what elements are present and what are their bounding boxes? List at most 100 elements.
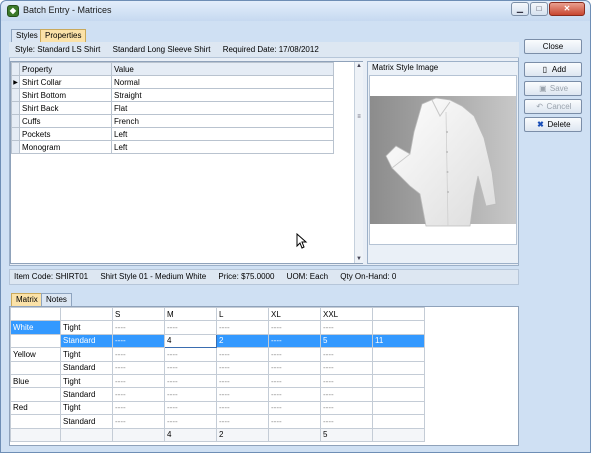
tab-properties[interactable]: Properties <box>40 29 87 42</box>
qty-cell[interactable]: ---- <box>216 320 269 335</box>
size-header-m[interactable]: M <box>164 306 217 322</box>
qty-cell[interactable]: ---- <box>112 414 165 429</box>
column-header-property[interactable]: Property <box>19 62 112 76</box>
matrix-row-selected[interactable]: Standard ---- 4 2 ---- 5 11 <box>10 333 425 349</box>
matrix-row[interactable]: Standard ---- ---- ---- ---- ---- <box>10 387 425 402</box>
qty-cell[interactable]: ---- <box>268 347 321 362</box>
value-cell[interactable]: Left <box>111 140 334 154</box>
qty-cell[interactable]: ---- <box>268 320 321 335</box>
qty-cell[interactable]: ---- <box>216 414 269 429</box>
qty-cell[interactable]: ---- <box>112 360 165 375</box>
size-header-xxl[interactable]: XXL <box>320 306 373 322</box>
qty-cell[interactable]: 5 <box>320 333 373 349</box>
property-cell[interactable]: Shirt Bottom <box>19 88 112 102</box>
matrix-row[interactable]: Red Tight ---- ---- ---- ---- ---- <box>10 400 425 416</box>
qty-cell[interactable]: ---- <box>216 400 269 416</box>
qty-cell[interactable]: ---- <box>268 400 321 416</box>
scroll-up-arrow-icon[interactable]: ▲ <box>355 62 363 70</box>
tab-matrix[interactable]: Matrix <box>11 293 43 306</box>
qty-cell[interactable]: ---- <box>268 360 321 375</box>
column-header-value[interactable]: Value <box>111 62 334 76</box>
size-header-xl[interactable]: XL <box>268 306 321 322</box>
qty-cell[interactable]: ---- <box>112 387 165 402</box>
maximize-button[interactable]: □ <box>530 2 548 16</box>
qty-cell[interactable]: ---- <box>320 347 373 362</box>
property-cell[interactable]: Pockets <box>19 127 112 141</box>
qty-cell[interactable]: ---- <box>320 387 373 402</box>
qty-cell[interactable]: ---- <box>320 320 373 335</box>
qty-cell[interactable]: ---- <box>112 400 165 416</box>
property-row[interactable]: Shirt Back Flat <box>11 101 334 115</box>
tab-notes[interactable]: Notes <box>41 293 72 306</box>
qty-cell[interactable]: ---- <box>268 373 321 389</box>
qty-cell[interactable]: ---- <box>216 347 269 362</box>
color-group-red: Red <box>10 400 61 416</box>
qty-cell[interactable]: ---- <box>164 347 217 362</box>
scroll-down-arrow-icon[interactable]: ▼ <box>355 255 363 263</box>
property-cell[interactable]: Shirt Back <box>19 101 112 115</box>
qty-cell[interactable]: ---- <box>268 414 321 429</box>
size-header-l[interactable]: L <box>216 306 269 322</box>
qty-cell[interactable]: ---- <box>320 360 373 375</box>
row-header <box>11 114 20 128</box>
qty-cell[interactable]: ---- <box>164 360 217 375</box>
qty-cell[interactable]: ---- <box>268 387 321 402</box>
close-window-button[interactable]: ✕ <box>549 2 585 16</box>
property-table: Property Value ▶ Shirt Collar Normal Shi… <box>11 62 334 154</box>
delete-label: Delete <box>547 120 571 129</box>
vertical-scrollbar[interactable]: ▲ ≡ ▼ <box>354 62 363 263</box>
tab-styles[interactable]: Styles <box>11 29 43 42</box>
qty-edit-field[interactable]: 4 <box>164 333 217 349</box>
size-header-s[interactable]: S <box>112 306 165 322</box>
color-group-yellow: Yellow <box>10 347 61 362</box>
qty-cell[interactable]: ---- <box>320 414 373 429</box>
qty-cell[interactable]: ---- <box>216 360 269 375</box>
close-button[interactable]: Close <box>524 39 582 54</box>
matrix-row[interactable]: Standard ---- ---- ---- ---- ---- <box>10 414 425 429</box>
value-cell[interactable]: Left <box>111 127 334 141</box>
minimize-button[interactable]: ▁ <box>511 2 529 16</box>
qty-cell[interactable]: ---- <box>112 347 165 362</box>
scroll-thumb[interactable]: ≡ <box>356 114 362 124</box>
property-cell[interactable]: Cuffs <box>19 114 112 128</box>
qty-cell[interactable]: ---- <box>164 414 217 429</box>
title-bar[interactable]: ◆ Batch Entry - Matrices ▁ □ ✕ <box>1 1 590 21</box>
value-cell[interactable]: Normal <box>111 75 334 89</box>
property-cell[interactable]: Shirt Collar <box>19 75 112 89</box>
qty-cell[interactable]: ---- <box>320 400 373 416</box>
delete-button[interactable]: ✖ Delete <box>524 117 582 132</box>
qty-cell[interactable]: ---- <box>216 373 269 389</box>
cancel-button[interactable]: ↶ Cancel <box>524 99 582 114</box>
item-code: Item Code: SHIRT01 <box>14 272 89 281</box>
property-row[interactable]: Shirt Bottom Straight <box>11 88 334 102</box>
style-description: Standard Long Sleeve Shirt <box>112 45 211 54</box>
qty-cell[interactable]: ---- <box>112 320 165 335</box>
property-row[interactable]: ▶ Shirt Collar Normal <box>11 75 334 89</box>
qty-cell[interactable]: ---- <box>268 333 321 349</box>
value-cell[interactable]: French <box>111 114 334 128</box>
value-cell[interactable]: Flat <box>111 101 334 115</box>
matrix-row[interactable]: Standard ---- ---- ---- ---- ---- <box>10 360 425 375</box>
property-cell[interactable]: Monogram <box>19 140 112 154</box>
qty-cell[interactable]: ---- <box>216 387 269 402</box>
qty-cell[interactable]: ---- <box>112 333 165 349</box>
qty-cell[interactable]: ---- <box>320 373 373 389</box>
matrix-row[interactable]: Blue Tight ---- ---- ---- ---- ---- <box>10 373 425 389</box>
qty-cell[interactable]: ---- <box>112 373 165 389</box>
qty-cell[interactable]: ---- <box>164 387 217 402</box>
qty-cell[interactable]: ---- <box>164 400 217 416</box>
qty-cell[interactable]: ---- <box>164 320 217 335</box>
save-button[interactable]: ▣ Save <box>524 81 582 96</box>
value-cell[interactable]: Straight <box>111 88 334 102</box>
variant-label: Standard <box>60 414 113 429</box>
matrix-row[interactable]: Yellow Tight ---- ---- ---- ---- ---- <box>10 347 425 362</box>
qty-cell[interactable]: 2 <box>216 333 269 349</box>
property-row[interactable]: Monogram Left <box>11 140 334 154</box>
app-icon: ◆ <box>7 5 19 17</box>
add-button[interactable]: ▯ Add <box>524 62 582 77</box>
qty-cell[interactable]: ---- <box>164 373 217 389</box>
property-row[interactable]: Cuffs French <box>11 114 334 128</box>
property-row[interactable]: Pockets Left <box>11 127 334 141</box>
color-group-blue: Blue <box>10 373 61 389</box>
matrix-row[interactable]: White Tight ---- ---- ---- ---- ---- <box>10 320 425 335</box>
